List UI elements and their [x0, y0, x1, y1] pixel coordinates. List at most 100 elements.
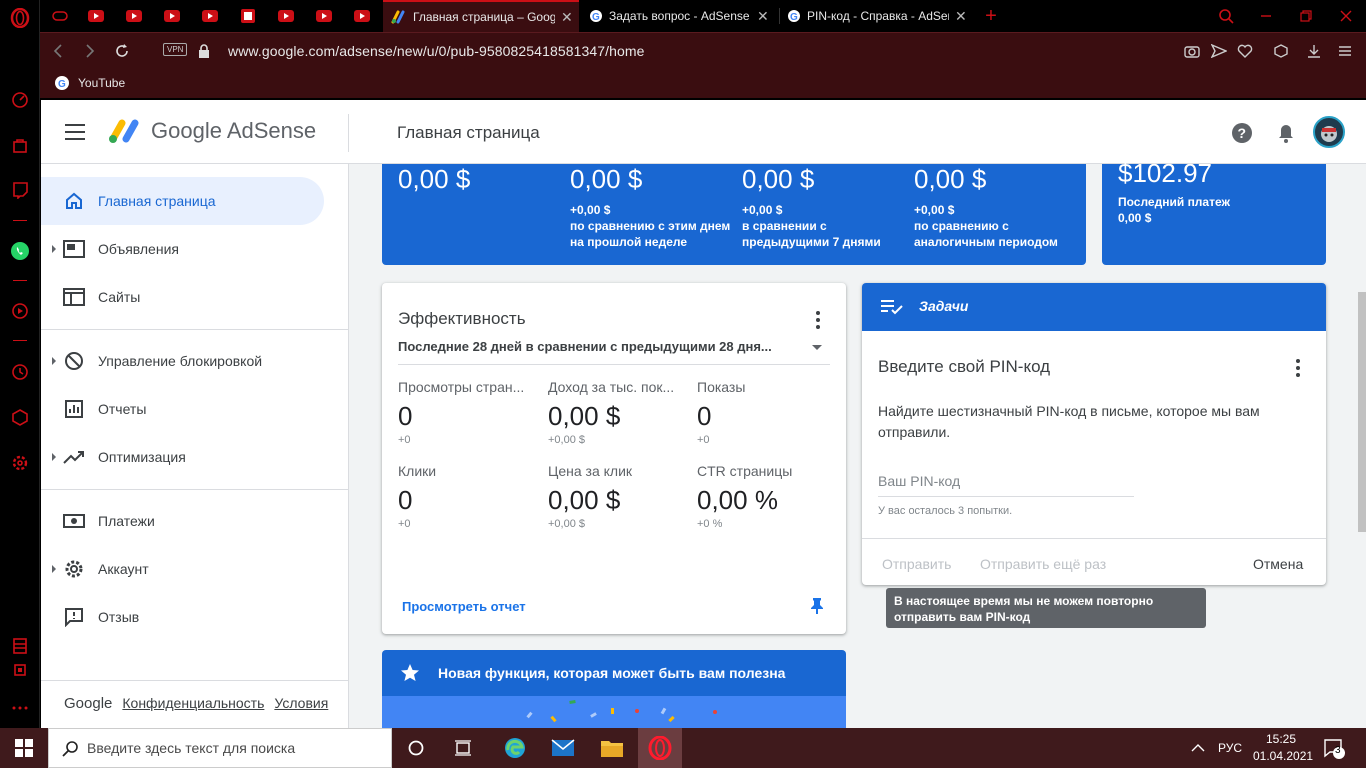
- chevron-down-icon: [812, 345, 822, 350]
- pin-icon[interactable]: [810, 597, 824, 620]
- hamburger-menu-icon[interactable]: [65, 124, 85, 140]
- resend-button[interactable]: Отправить ещё раз: [980, 556, 1106, 572]
- battery-icon[interactable]: [9, 635, 31, 657]
- ads-icon: [63, 238, 85, 260]
- menu-icon[interactable]: [1335, 41, 1355, 61]
- send-button[interactable]: Отправить: [882, 556, 951, 572]
- cancel-button[interactable]: Отмена: [1253, 556, 1303, 572]
- twitch-icon[interactable]: [9, 179, 31, 201]
- send-icon[interactable]: [1209, 41, 1229, 61]
- feature-illustration: [382, 696, 846, 728]
- close-tab-icon[interactable]: ✕: [757, 8, 769, 25]
- lock-icon[interactable]: [194, 41, 214, 61]
- new-tab-plus-icon[interactable]: +: [980, 5, 1002, 27]
- notifications-bell-icon[interactable]: [1274, 121, 1298, 145]
- youtube-pinned-tab[interactable]: [315, 7, 333, 25]
- player-icon[interactable]: [9, 300, 31, 322]
- search-tabs-icon[interactable]: [1215, 5, 1237, 27]
- tab-adsense-community[interactable]: G Задать вопрос - AdSense Community ✕: [581, 0, 777, 32]
- nav-account[interactable]: Аккаунт: [41, 545, 324, 593]
- mail-icon[interactable]: [551, 736, 575, 760]
- cube-icon[interactable]: [1271, 41, 1291, 61]
- terms-link[interactable]: Условия: [274, 695, 328, 712]
- clock-time[interactable]: 15:25: [1266, 732, 1296, 746]
- back-icon[interactable]: [48, 41, 68, 61]
- reload-icon[interactable]: [112, 41, 132, 61]
- input-language[interactable]: РУС: [1218, 741, 1242, 755]
- metric-clicks[interactable]: Клики 0 +0: [398, 463, 538, 530]
- youtube-pinned-tab[interactable]: [201, 7, 219, 25]
- gallery-pinned-tab[interactable]: [239, 7, 257, 25]
- file-explorer-icon[interactable]: [600, 736, 624, 760]
- whatsapp-icon[interactable]: [9, 240, 31, 262]
- vpn-badge[interactable]: VPN: [163, 43, 188, 56]
- opera-icon[interactable]: [648, 736, 672, 760]
- nav-payments[interactable]: Платежи: [41, 497, 324, 545]
- settings-icon[interactable]: [9, 452, 31, 474]
- close-tab-icon[interactable]: ✕: [561, 9, 573, 26]
- nav-home[interactable]: Главная страница: [41, 177, 324, 225]
- task-view-icon[interactable]: [451, 736, 475, 760]
- nav-ads[interactable]: Объявления: [41, 225, 324, 273]
- more-vert-icon[interactable]: [816, 311, 820, 329]
- more-icon[interactable]: [9, 697, 31, 719]
- history-icon[interactable]: [9, 361, 31, 383]
- windows-start-icon[interactable]: [12, 736, 36, 760]
- youtube-pinned-tab[interactable]: [277, 7, 295, 25]
- notification-center-icon[interactable]: [1322, 736, 1346, 760]
- feedback-icon: [63, 606, 85, 628]
- tab-adsense-home[interactable]: Главная страница – Google AdSense ✕: [383, 0, 579, 32]
- maximize-icon[interactable]: [1295, 5, 1317, 27]
- clock-date[interactable]: 01.04.2021: [1253, 749, 1313, 763]
- shopping-icon[interactable]: [9, 134, 31, 156]
- privacy-link[interactable]: Конфиденциальность: [122, 695, 264, 712]
- youtube-pinned-tab[interactable]: [87, 7, 105, 25]
- metric-rpm[interactable]: Доход за тыс. пок... 0,00 $ +0,00 $: [548, 379, 688, 446]
- nav-feedback[interactable]: Отзыв: [41, 593, 324, 641]
- nav-blocking-controls[interactable]: Управление блокировкой: [41, 337, 324, 385]
- nav-reports[interactable]: Отчеты: [41, 385, 324, 433]
- windows-taskbar: Введите здесь текст для поиска РУС 15:25…: [0, 728, 1366, 768]
- date-range-select[interactable]: Последние 28 дней в сравнении с предыдущ…: [398, 339, 830, 365]
- close-tab-icon[interactable]: ✕: [955, 8, 967, 25]
- adsense-logo[interactable]: Google AdSense: [107, 118, 316, 144]
- cpu-icon[interactable]: [9, 659, 31, 681]
- camera-icon[interactable]: [1182, 41, 1202, 61]
- youtube-pinned-tab[interactable]: [353, 7, 371, 25]
- metric-page-views[interactable]: Просмотры стран... 0 +0: [398, 379, 538, 446]
- nav-sites[interactable]: Сайты: [41, 273, 324, 321]
- view-report-link[interactable]: Просмотреть отчет: [402, 599, 526, 614]
- pin-input[interactable]: Ваш PIN-код: [878, 473, 1134, 497]
- speed-dial-icon[interactable]: [9, 89, 31, 111]
- footer-google: Google: [64, 695, 113, 712]
- close-window-icon[interactable]: [1335, 5, 1357, 27]
- account-avatar[interactable]: [1313, 116, 1345, 148]
- metric-cpc[interactable]: Цена за клик 0,00 $ +0,00 $: [548, 463, 688, 530]
- gamepad-icon[interactable]: [51, 7, 69, 25]
- home-icon: [63, 190, 85, 212]
- payments-icon: [63, 510, 85, 532]
- more-vert-icon[interactable]: [1296, 359, 1300, 377]
- page-scrollbar[interactable]: [1358, 292, 1366, 532]
- opera-logo-icon[interactable]: [9, 7, 31, 29]
- edge-icon[interactable]: [503, 736, 527, 760]
- extensions-icon[interactable]: [9, 406, 31, 428]
- earnings-value: 0,00 $: [742, 164, 815, 194]
- nav-optimization[interactable]: Оптимизация: [41, 433, 324, 481]
- tab-pin-help[interactable]: G PIN-код - Справка - AdSense ✕: [779, 0, 975, 32]
- chevron-up-icon[interactable]: [1186, 736, 1210, 760]
- youtube-pinned-tab[interactable]: [163, 7, 181, 25]
- cortana-icon[interactable]: [404, 736, 428, 760]
- help-icon[interactable]: ?: [1230, 121, 1254, 145]
- resend-tooltip: В настоящее время мы не можем повторно о…: [886, 588, 1206, 628]
- download-icon[interactable]: [1304, 41, 1324, 61]
- metric-impressions[interactable]: Показы 0 +0: [697, 379, 837, 446]
- heart-icon[interactable]: [1235, 41, 1255, 61]
- bookmark-youtube[interactable]: G YouTube: [54, 75, 125, 91]
- url-text[interactable]: www.google.com/adsense/new/u/0/pub-95808…: [228, 43, 645, 59]
- metric-ctr[interactable]: CTR страницы 0,00 % +0 %: [697, 463, 837, 530]
- youtube-pinned-tab[interactable]: [125, 7, 143, 25]
- minimize-icon[interactable]: [1255, 5, 1277, 27]
- taskbar-search[interactable]: Введите здесь текст для поиска: [48, 728, 392, 768]
- forward-icon[interactable]: [80, 41, 100, 61]
